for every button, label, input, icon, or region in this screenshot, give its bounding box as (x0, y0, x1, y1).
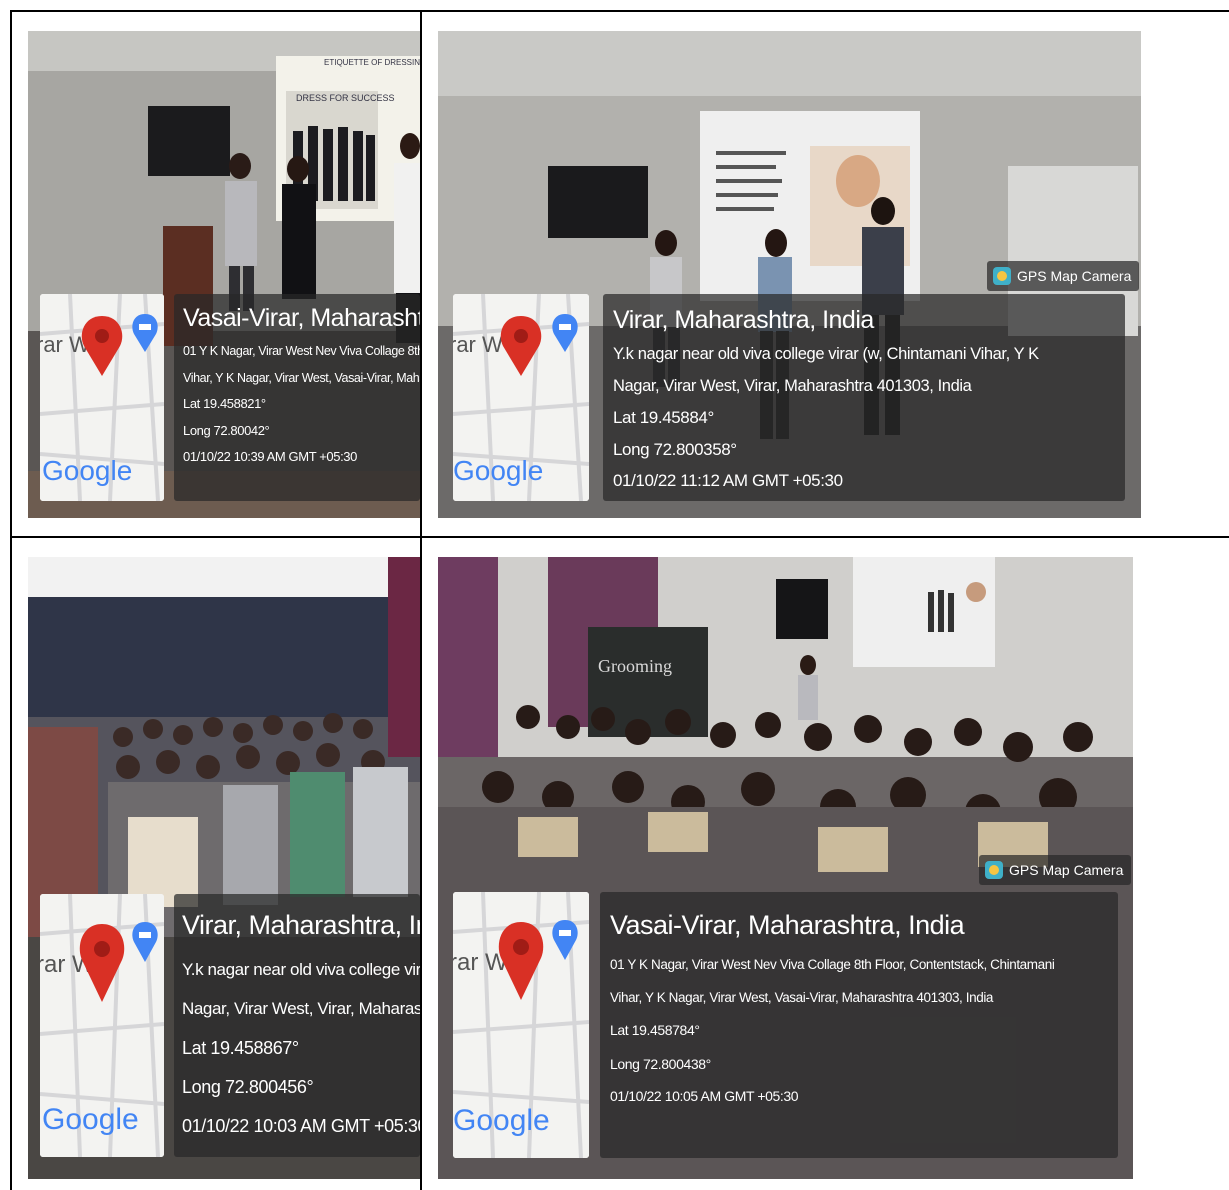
address-line-1: Y.k nagar near old viva college virar (w… (182, 960, 420, 979)
location-title: Virar, Maharashtra, India (182, 910, 420, 940)
google-logo: Google (42, 1103, 139, 1136)
photo-audience-seated: rar W Google Virar, Maharashtra, India Y… (28, 557, 420, 1179)
timestamp: 01/10/22 10:39 AM GMT +05:30 (183, 449, 357, 464)
table-divider-vertical (420, 10, 422, 1190)
longitude: Long 72.80042° (183, 423, 270, 438)
table-border-left (10, 10, 12, 1190)
camera-app-icon (985, 861, 1003, 879)
latitude: Lat 19.458867° (182, 1038, 299, 1058)
photo-presentation-handshake: GPS Map Camera rar W Google Virar, Mahar… (438, 31, 1141, 518)
gps-info-panel: Vasai-Virar, Maharashtra, India 01 Y K N… (174, 294, 420, 501)
address-line-2: Vihar, Y K Nagar, Virar West, Vasai-Vira… (183, 371, 420, 385)
gps-info-panel: Vasai-Virar, Maharashtra, India 01 Y K N… (600, 892, 1118, 1158)
google-logo: Google (453, 455, 543, 486)
longitude: Long 72.800358° (613, 440, 737, 459)
gps-info-panel: Virar, Maharashtra, India Y.k nagar near… (603, 294, 1125, 501)
location-title: Virar, Maharashtra, India (613, 306, 874, 334)
map-thumbnail: rar W Google (40, 894, 164, 1157)
gps-info-panel: Virar, Maharashtra, India Y.k nagar near… (174, 894, 420, 1157)
address-line-2: Nagar, Virar West, Virar, Maharashtra 40… (182, 999, 420, 1018)
timestamp: 01/10/22 11:12 AM GMT +05:30 (613, 471, 843, 490)
address-line-1: 01 Y K Nagar, Virar West Nev Viva Collag… (183, 344, 420, 358)
longitude: Long 72.800456° (182, 1077, 314, 1097)
address-line-1: Y.k nagar near old viva college virar (w… (613, 345, 1039, 363)
address-line-2: Nagar, Virar West, Virar, Maharashtra 40… (613, 377, 972, 395)
table-divider-horizontal (10, 536, 1229, 538)
latitude: Lat 19.458821° (183, 396, 266, 411)
svg-text:Grooming: Grooming (598, 656, 672, 676)
address-line-1: 01 Y K Nagar, Virar West Nev Viva Collag… (610, 957, 1055, 972)
google-logo: Google (42, 455, 132, 486)
slide-title: ETIQUETTE OF DRESSING (324, 58, 420, 67)
location-title: Vasai-Virar, Maharashtra, India (183, 304, 420, 332)
latitude: Lat 19.458784° (610, 1022, 700, 1038)
google-logo: Google (453, 1104, 550, 1137)
timestamp: 01/10/22 10:05 AM GMT +05:30 (610, 1088, 799, 1104)
photo-grooming-session: Grooming GPS Map Camera rar W Google Vas… (438, 557, 1133, 1179)
slide-heading: DRESS FOR SUCCESS (296, 93, 395, 103)
latitude: Lat 19.45884° (613, 408, 714, 427)
photo-presentation-dressing: DRESS FOR SUCCESS ETIQUETTE OF DRESSING … (28, 31, 420, 518)
gps-map-camera-badge: GPS Map Camera (979, 855, 1132, 885)
location-title: Vasai-Virar, Maharashtra, India (610, 910, 965, 940)
gps-map-camera-badge: GPS Map Camera (987, 261, 1140, 291)
badge-label: GPS Map Camera (1017, 268, 1132, 284)
timestamp: 01/10/22 10:03 AM GMT +05:30 (182, 1116, 420, 1136)
map-thumbnail: rar W Google (453, 892, 589, 1158)
longitude: Long 72.800438° (610, 1056, 711, 1072)
map-thumbnail: rar W Google (453, 294, 589, 501)
badge-label: GPS Map Camera (1009, 862, 1124, 878)
map-label: rar W (453, 332, 503, 357)
table-border-top (10, 10, 1229, 12)
camera-app-icon (993, 267, 1011, 285)
map-thumbnail: rar W Google (40, 294, 164, 501)
address-line-2: Vihar, Y K Nagar, Virar West, Vasai-Vira… (610, 990, 994, 1005)
